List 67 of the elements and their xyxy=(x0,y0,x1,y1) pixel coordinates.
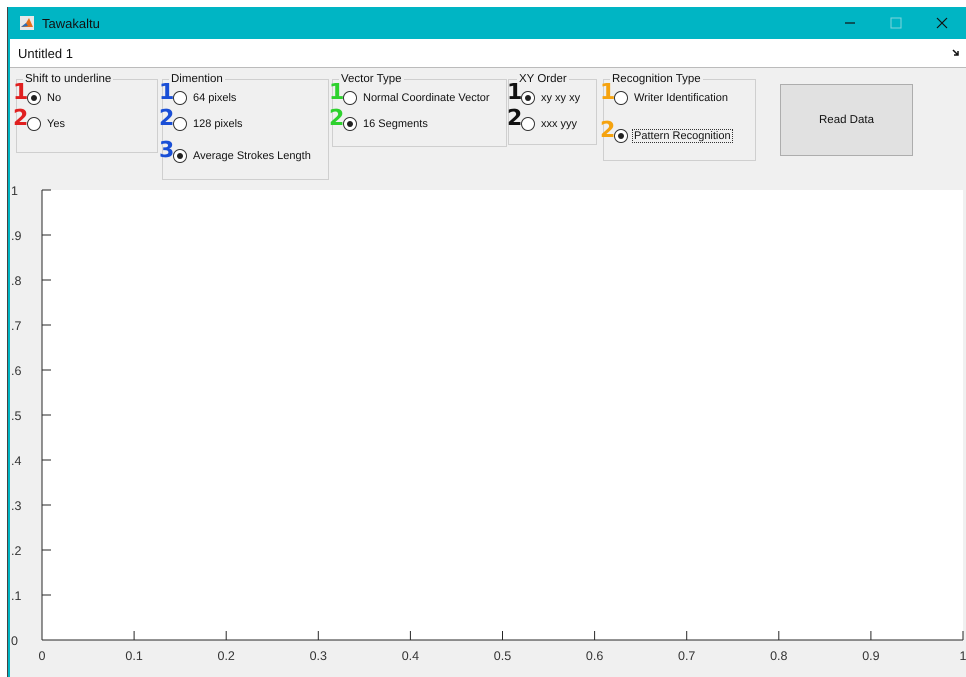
radio-label[interactable]: Pattern Recognition xyxy=(632,129,733,143)
y-tick-label: .1 xyxy=(11,589,22,603)
radio-button[interactable] xyxy=(614,129,628,143)
y-tick-label: 1 xyxy=(11,184,18,198)
radio-label[interactable]: xxx yyy xyxy=(539,117,580,131)
y-tick-label: .8 xyxy=(11,274,22,288)
close-icon[interactable] xyxy=(936,17,948,29)
handwritten-number: 1 xyxy=(13,82,28,104)
handwritten-number: 1 xyxy=(507,82,522,104)
group-title: XY Order xyxy=(519,73,568,85)
group-title: Dimention xyxy=(171,73,224,85)
x-tick-label: 0.2 xyxy=(218,649,235,663)
radio-button[interactable] xyxy=(173,91,187,105)
x-tick-label: 0 xyxy=(38,649,46,663)
radio-label[interactable]: 128 pixels xyxy=(191,117,245,131)
handwritten-number: 1 xyxy=(329,82,344,104)
x-tick-label: 0.6 xyxy=(586,649,604,663)
y-tick-label: 0 xyxy=(11,634,18,648)
radio-label[interactable]: No xyxy=(45,91,64,105)
x-tick-label: 0.1 xyxy=(125,649,143,663)
handwritten-number: 1 xyxy=(159,82,174,104)
x-tick-label: 0.5 xyxy=(494,649,512,663)
handwritten-number: 2 xyxy=(329,108,344,130)
window-title: Tawakaltu xyxy=(42,16,100,30)
x-tick-label: 0.7 xyxy=(678,649,696,663)
radio-label[interactable]: Yes xyxy=(45,117,67,131)
group-title: Vector Type xyxy=(341,73,403,85)
group-title: Shift to underline xyxy=(25,73,112,85)
radio-button[interactable] xyxy=(173,117,187,131)
x-tick-label: 0.9 xyxy=(862,649,880,663)
radio-label[interactable]: Writer Identification xyxy=(632,91,730,105)
radio-label[interactable]: Average Strokes Length xyxy=(191,149,313,163)
y-tick-label: .2 xyxy=(11,544,22,558)
x-tick-label: 1 xyxy=(960,649,966,663)
radio-label[interactable]: 16 Segments xyxy=(361,117,430,131)
maximize-icon xyxy=(890,17,902,29)
radio-label[interactable]: Normal Coordinate Vector xyxy=(361,91,492,105)
x-tick-label: 0.3 xyxy=(310,649,327,663)
y-tick-label: .7 xyxy=(11,319,22,333)
document-tab[interactable]: Untitled 1 xyxy=(18,46,952,60)
y-tick-label: .5 xyxy=(11,409,22,423)
radio-button[interactable] xyxy=(27,117,41,131)
radio-button[interactable] xyxy=(173,149,187,163)
read-data-button[interactable]: Read Data xyxy=(780,84,913,156)
handwritten-number: 3 xyxy=(159,140,174,162)
x-tick-label: 0.8 xyxy=(770,649,788,663)
radio-button[interactable] xyxy=(521,117,535,131)
x-tick-label: 0.4 xyxy=(402,649,420,663)
group-title: Recognition Type xyxy=(612,73,702,85)
handwritten-number: 1 xyxy=(600,82,616,104)
app-icon xyxy=(20,16,34,30)
radio-button[interactable] xyxy=(343,91,357,105)
radio-button[interactable] xyxy=(614,91,628,105)
y-tick-label: .3 xyxy=(11,499,22,513)
y-tick-label: .9 xyxy=(11,229,22,243)
y-tick-label: .6 xyxy=(11,364,22,378)
radio-button[interactable] xyxy=(521,91,535,105)
radio-button[interactable] xyxy=(343,117,357,131)
handwritten-number: 2 xyxy=(507,108,522,130)
radio-label[interactable]: xy xy xy xyxy=(539,91,582,105)
y-tick-label: .4 xyxy=(11,454,22,468)
handwritten-number: 2 xyxy=(159,108,174,130)
handwritten-number: 2 xyxy=(600,120,616,142)
radio-label[interactable]: 64 pixels xyxy=(191,91,238,105)
handwritten-number: 2 xyxy=(13,108,28,130)
undock-icon[interactable] xyxy=(952,49,960,57)
radio-button[interactable] xyxy=(27,91,41,105)
